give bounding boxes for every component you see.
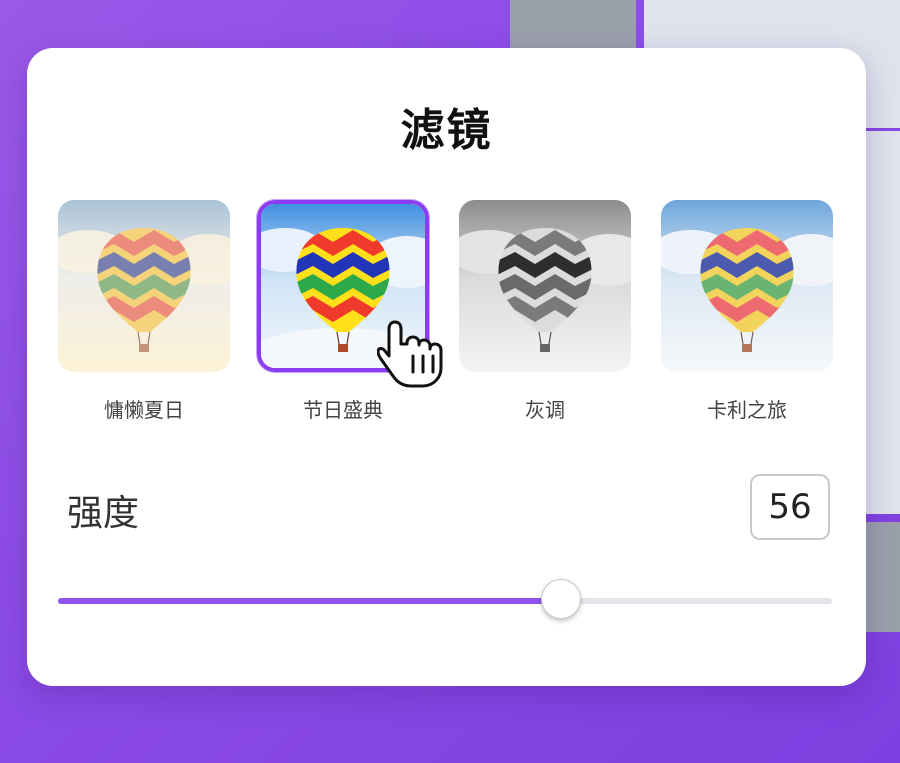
background-block <box>510 0 636 48</box>
filter-label: 灰调 <box>525 398 565 422</box>
filter-thumbnail[interactable] <box>661 200 833 372</box>
slider-handle[interactable] <box>541 579 582 619</box>
filter-label: 卡利之旅 <box>707 398 787 422</box>
balloon-thumbnail-gray <box>459 200 631 372</box>
intensity-label: 强度 <box>67 493 140 534</box>
background-block <box>866 522 900 632</box>
filter-thumbnail[interactable] <box>459 200 631 372</box>
filter-panel: 滤镜 慵懒夏日 节日盛典 灰调 卡利之旅 强度 56 <box>27 48 866 686</box>
filter-thumbnail[interactable] <box>58 200 230 372</box>
intensity-value-input[interactable]: 56 <box>750 474 830 540</box>
panel-title: 滤镜 <box>400 105 493 156</box>
filter-option-gray[interactable]: 灰调 <box>459 200 631 423</box>
filter-option-kali-journey[interactable]: 卡利之旅 <box>661 200 833 423</box>
slider-fill <box>58 598 562 604</box>
balloon-thumbnail-soft <box>661 200 833 372</box>
balloon-thumbnail-warm <box>58 200 230 372</box>
filter-label: 慵懒夏日 <box>104 398 184 422</box>
intensity-slider[interactable] <box>58 579 832 619</box>
hand-pointer-icon <box>377 320 443 388</box>
background-block <box>636 0 644 48</box>
filter-option-festival[interactable]: 节日盛典 <box>257 200 429 423</box>
filter-option-lazy-summer[interactable]: 慵懒夏日 <box>58 200 230 423</box>
filter-label: 节日盛典 <box>303 398 383 422</box>
